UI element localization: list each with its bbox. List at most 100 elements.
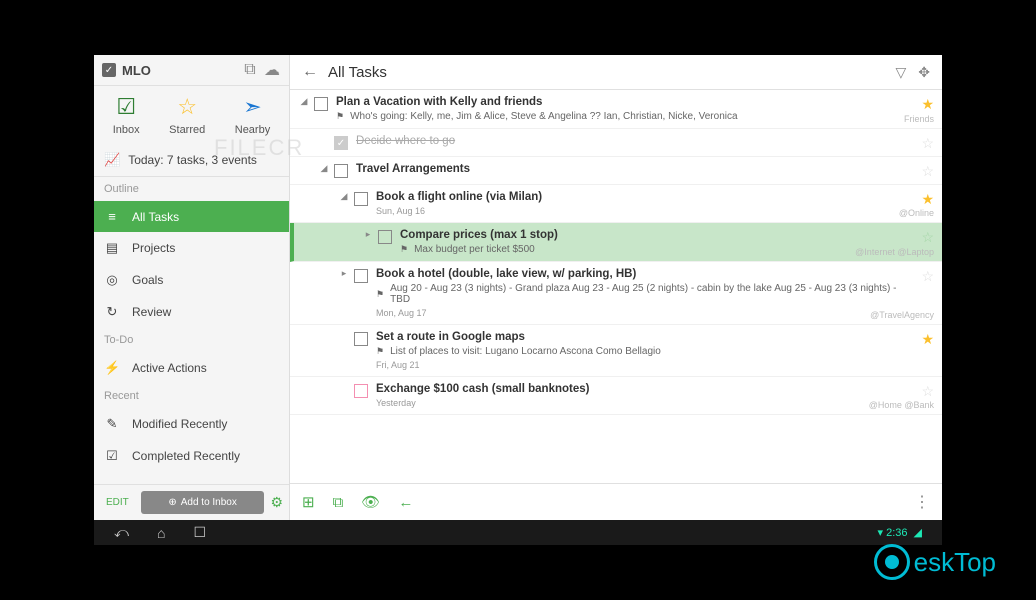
nav-review[interactable]: ↻ Review [94, 296, 289, 328]
star-icon[interactable]: ☆ [921, 135, 934, 152]
nav-goals[interactable]: ◎ Goals [94, 264, 289, 296]
nav-projects[interactable]: ▤ Projects [94, 232, 289, 264]
today-row[interactable]: 📈 Today: 7 tasks, 3 events [94, 144, 289, 177]
status-bar: ▾ 2:36 ◢ [872, 526, 922, 539]
task-row[interactable]: ✓ Decide where to go ☆ [290, 129, 942, 157]
projects-icon: ▤ [104, 240, 120, 256]
task-checkbox[interactable] [334, 164, 348, 178]
target-icon: ◎ [104, 272, 120, 288]
task-row[interactable]: ▸Compare prices (max 1 stop)⚑Max budget … [290, 223, 942, 262]
expand-icon[interactable]: ▸ [362, 229, 374, 240]
task-checkbox[interactable] [378, 230, 392, 244]
main-header: ← All Tasks ▽ ✥ [290, 55, 942, 90]
task-tags: @Online [899, 208, 934, 218]
back-arrow-icon[interactable]: ← [398, 494, 413, 511]
more-icon[interactable]: ⋮ [914, 492, 930, 512]
star-icon[interactable]: ★ [921, 96, 934, 113]
nav-all-tasks[interactable]: ≡ All Tasks [94, 201, 289, 232]
copy-icon[interactable]: ⧉ [241, 61, 259, 79]
nav-active-actions[interactable]: ⚡ Active Actions [94, 352, 289, 384]
task-date: Sun, Aug 16 [376, 206, 902, 216]
tab-starred[interactable]: ☆ Starred [169, 94, 205, 136]
task-row[interactable]: ◢ Book a flight online (via Milan) Sun, Au… [290, 185, 942, 223]
task-date: Mon, Aug 17 [376, 308, 902, 318]
star-icon: ☆ [177, 94, 197, 120]
nav-completed-recently[interactable]: ☑ Completed Recently [94, 440, 289, 472]
task-tags: @Internet @Laptop [855, 247, 934, 257]
add-to-inbox-button[interactable]: ⊕ Add to Inbox [141, 491, 265, 514]
tab-nearby[interactable]: ➣ Nearby [235, 94, 270, 136]
wifi-icon: ◢ [914, 526, 922, 539]
tab-starred-label: Starred [169, 124, 205, 136]
move-icon[interactable]: ✥ [918, 64, 930, 81]
cloud-icon[interactable]: ☁ [263, 61, 281, 79]
expand-icon[interactable]: ◢ [318, 163, 330, 174]
note-icon: ⚑ [376, 346, 384, 357]
star-icon[interactable]: ★ [921, 331, 934, 348]
today-text: Today: 7 tasks, 3 events [128, 153, 257, 167]
nav-all-tasks-label: All Tasks [132, 210, 179, 224]
expand-icon[interactable]: ▸ [338, 268, 350, 279]
task-tags: Friends [904, 114, 934, 124]
inbox-icon: ☑ [116, 94, 136, 120]
task-title: Travel Arrangements [356, 163, 902, 175]
task-title: Plan a Vacation with Kelly and friends [336, 96, 902, 108]
list-icon: ≡ [104, 209, 120, 224]
task-date: Fri, Aug 21 [376, 360, 902, 370]
star-icon[interactable]: ★ [921, 191, 934, 208]
note-icon: ⚑ [376, 289, 384, 300]
star-icon[interactable]: ☆ [921, 163, 934, 180]
task-checkbox[interactable] [354, 192, 368, 206]
task-checkbox[interactable]: ✓ [334, 136, 348, 150]
edit-button[interactable]: EDIT [100, 493, 135, 512]
completed-icon: ☑ [104, 448, 120, 464]
task-title: Exchange $100 cash (small banknotes) [376, 383, 902, 395]
task-checkbox[interactable] [314, 97, 328, 111]
nav-modified-recently[interactable]: ✎ Modified Recently [94, 408, 289, 440]
tab-inbox[interactable]: ☑ Inbox [113, 94, 140, 136]
task-row[interactable]: ▸ Book a hotel (double, lake view, w/ par… [290, 262, 942, 325]
actions-icon: ⚡ [104, 360, 120, 376]
expand-icon[interactable]: ◢ [298, 96, 310, 107]
add-inbox-label: Add to Inbox [181, 497, 237, 508]
task-checkbox[interactable] [354, 332, 368, 346]
star-icon[interactable]: ☆ [921, 229, 934, 246]
sidebar-header: ✓ MLO ⧉ ☁ [94, 55, 289, 86]
task-title: Decide where to go [356, 135, 902, 147]
task-checkbox[interactable] [354, 384, 368, 398]
gear-icon[interactable]: ⚙ [270, 494, 283, 511]
filter-icon[interactable]: ▽ [895, 64, 906, 81]
task-row[interactable]: Set a route in Google maps⚑List of place… [290, 325, 942, 377]
add-subtask-icon[interactable]: ⧉ [333, 494, 344, 511]
task-title: Book a flight online (via Milan) [376, 191, 902, 203]
sidebar: ✓ MLO ⧉ ☁ FILECR ☑ Inbox ☆ Starred ➣ Nea… [94, 55, 290, 520]
nav-modified-label: Modified Recently [132, 417, 227, 431]
section-outline: Outline [94, 177, 289, 201]
task-checkbox[interactable] [354, 269, 368, 283]
note-icon: ⚑ [336, 111, 344, 122]
chart-icon: 📈 [104, 152, 120, 168]
star-icon[interactable]: ☆ [921, 268, 934, 285]
expand-icon[interactable]: ◢ [338, 191, 350, 202]
nav-recent-icon[interactable]: ☐ [193, 524, 206, 541]
tab-inbox-label: Inbox [113, 124, 140, 136]
task-row[interactable]: Exchange $100 cash (small banknotes)Yest… [290, 377, 942, 415]
app-logo-icon: ✓ [102, 63, 116, 77]
review-icon: ↻ [104, 304, 120, 320]
modified-icon: ✎ [104, 416, 120, 432]
task-title: Book a hotel (double, lake view, w/ park… [376, 268, 902, 280]
task-row[interactable]: ◢ Plan a Vacation with Kelly and friends ⚑… [290, 90, 942, 129]
task-row[interactable]: ◢ Travel Arrangements ☆ [290, 157, 942, 185]
tab-row: ☑ Inbox ☆ Starred ➣ Nearby [94, 86, 289, 144]
eye-icon[interactable]: 👁 [361, 493, 380, 511]
star-icon[interactable]: ☆ [921, 383, 934, 400]
sidebar-footer: EDIT ⊕ Add to Inbox ⚙ [94, 484, 289, 520]
task-list[interactable]: ◢ Plan a Vacation with Kelly and friends ⚑… [290, 90, 942, 483]
desktop-watermark-logo: eskTop [874, 544, 996, 580]
add-icon: ⊕ [168, 497, 176, 508]
add-task-icon[interactable]: ⊞ [302, 493, 315, 511]
nav-home-icon[interactable]: ⌂ [157, 525, 165, 541]
back-icon[interactable]: ← [302, 63, 318, 81]
nav-back-icon[interactable]: ⤺ [114, 524, 129, 541]
main-panel: ← All Tasks ▽ ✥ ◢ Plan a Vacation with Ke… [290, 55, 942, 520]
